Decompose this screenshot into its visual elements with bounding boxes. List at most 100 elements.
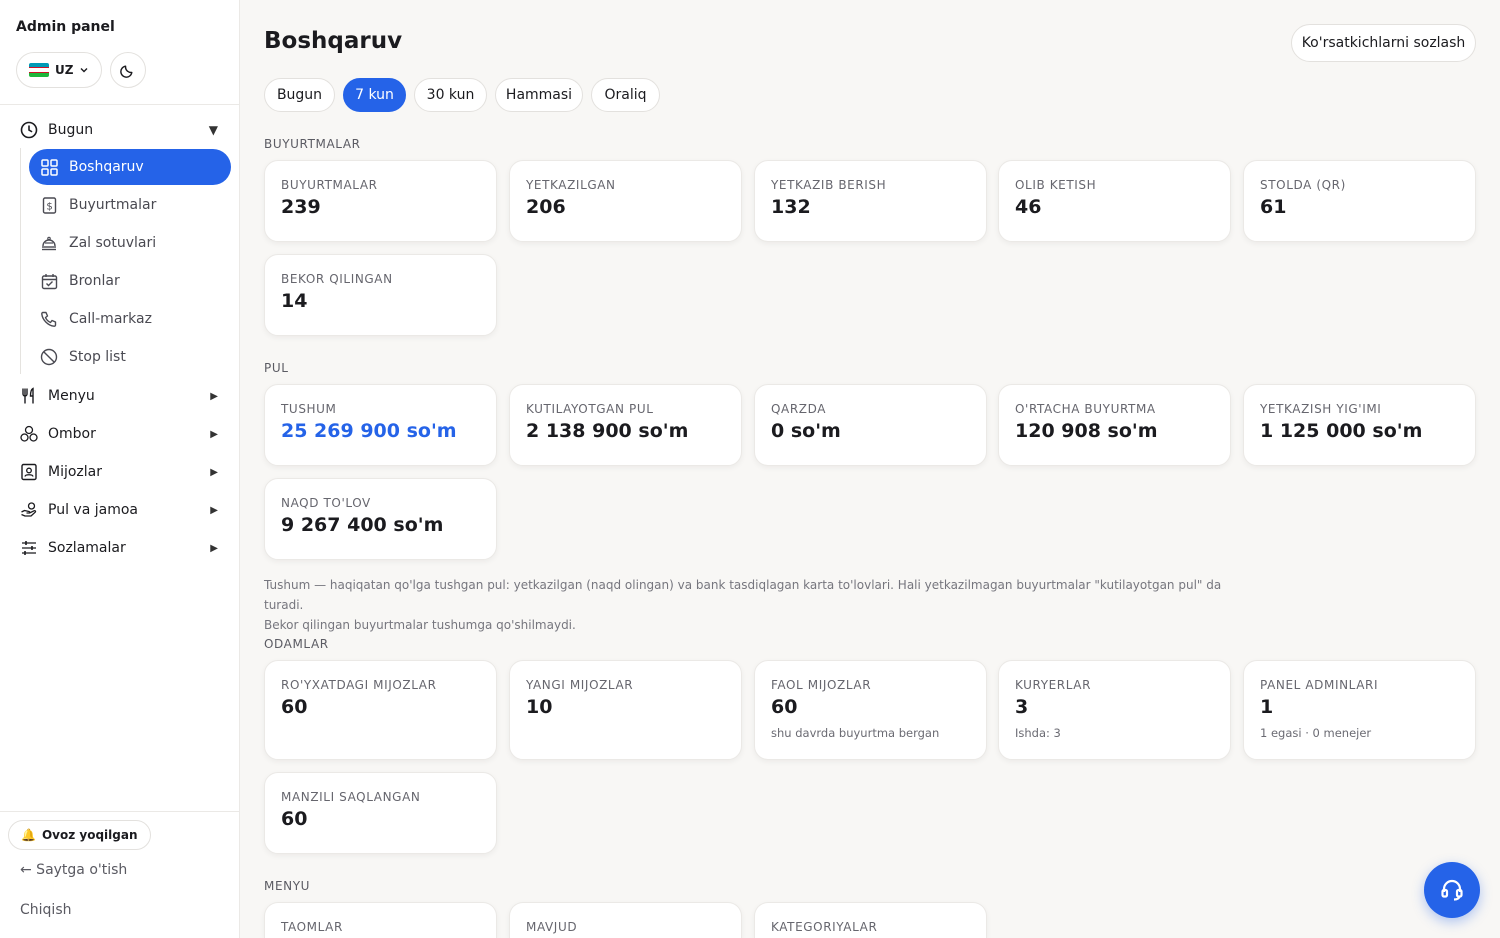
metric-label: BUYURTMALAR bbox=[281, 178, 378, 192]
caret-right-icon: ▶ bbox=[210, 428, 218, 440]
sidebar-group-menu[interactable]: Menyu ▶ bbox=[20, 384, 230, 408]
sidebar-item-hall-sales[interactable]: Zal sotuvlari bbox=[29, 225, 231, 261]
sidebar-item-dashboard[interactable]: Boshqaruv bbox=[29, 149, 231, 185]
logout-link[interactable]: Chiqish bbox=[20, 902, 71, 918]
contact-card-icon bbox=[20, 463, 38, 481]
caret-right-icon: ▶ bbox=[210, 390, 218, 402]
sidebar-group-label: Sozlamalar bbox=[48, 540, 126, 556]
metric-card: RO'YXATDAGI MIJOZLAR 60 bbox=[264, 660, 497, 760]
sidebar-group-label: Menyu bbox=[48, 388, 95, 404]
metric-label: YETKAZIB BERISH bbox=[771, 178, 887, 192]
metric-value: 239 bbox=[281, 196, 321, 218]
go-to-site-link[interactable]: ← Saytga o'tish bbox=[20, 862, 127, 878]
metric-value: 1 125 000 so'm bbox=[1260, 420, 1423, 442]
metric-card: OLIB KETISH 46 bbox=[998, 160, 1231, 242]
section-label-people: ODAMLAR bbox=[264, 637, 329, 651]
metric-label: OLIB KETISH bbox=[1015, 178, 1097, 192]
language-selector[interactable]: UZ bbox=[16, 52, 102, 88]
language-code: UZ bbox=[55, 63, 74, 77]
metric-card: TAOMLAR bbox=[264, 902, 497, 938]
metric-value: 206 bbox=[526, 196, 566, 218]
caret-right-icon: ▶ bbox=[210, 542, 218, 554]
sound-toggle-button[interactable]: 🔔 Ovoz yoqilgan bbox=[8, 820, 151, 850]
moon-icon bbox=[120, 65, 133, 78]
metric-label: QARZDA bbox=[771, 402, 827, 416]
sidebar-item-bookings[interactable]: Bronlar bbox=[29, 263, 231, 299]
support-chat-button[interactable] bbox=[1424, 862, 1480, 918]
sidebar-group-label: Ombor bbox=[48, 426, 96, 442]
chevron-down-icon bbox=[80, 68, 88, 73]
metric-card: YETKAZILGAN 206 bbox=[509, 160, 742, 242]
sidebar-item-label: Boshqaruv bbox=[69, 159, 144, 175]
metric-value: 14 bbox=[281, 290, 308, 312]
sidebar-group-customers[interactable]: Mijozlar ▶ bbox=[20, 460, 230, 484]
headset-icon bbox=[1441, 879, 1463, 901]
sidebar-group-warehouse[interactable]: Ombor ▶ bbox=[20, 422, 230, 446]
metric-value: 46 bbox=[1015, 196, 1042, 218]
sidebar-item-label: Bronlar bbox=[69, 273, 120, 289]
metrics-settings-button[interactable]: Ko'rsatkichlarni sozlash bbox=[1291, 24, 1476, 62]
sidebar: Admin panel UZ Bugun ▼ Boshqaruv $ Buyur… bbox=[0, 0, 240, 938]
bell-icon: 🔔 bbox=[21, 828, 36, 842]
metric-label: NAQD TO'LOV bbox=[281, 496, 371, 510]
metric-label: MANZILI SAQLANGAN bbox=[281, 790, 421, 804]
sidebar-group-settings[interactable]: Sozlamalar ▶ bbox=[20, 536, 230, 560]
metric-subtext: shu davrda buyurtma bergan bbox=[771, 726, 940, 740]
metric-label: YANGI MIJOZLAR bbox=[526, 678, 634, 692]
metric-label: TAOMLAR bbox=[281, 920, 343, 934]
metric-value: 60 bbox=[281, 808, 308, 830]
metric-label: O'RTACHA BUYURTMA bbox=[1015, 402, 1156, 416]
phone-icon bbox=[40, 310, 58, 328]
metric-label: KATEGORIYALAR bbox=[771, 920, 878, 934]
metric-card: TUSHUM 25 269 900 so'm bbox=[264, 384, 497, 466]
sidebar-group-label: Mijozlar bbox=[48, 464, 102, 480]
sidebar-item-label: Zal sotuvlari bbox=[69, 235, 157, 251]
sidebar-group-today[interactable]: Bugun ▼ bbox=[20, 118, 230, 142]
calendar-check-icon bbox=[40, 272, 58, 290]
sidebar-item-orders[interactable]: $ Buyurtmalar bbox=[29, 187, 231, 223]
metric-card: O'RTACHA BUYURTMA 120 908 so'm bbox=[998, 384, 1231, 466]
sidebar-item-label: Stop list bbox=[69, 349, 126, 365]
period-chip-all[interactable]: Hammasi bbox=[495, 78, 583, 112]
metric-label: BEKOR QILINGAN bbox=[281, 272, 393, 286]
metric-card: YANGI MIJOZLAR 10 bbox=[509, 660, 742, 760]
sliders-icon bbox=[20, 539, 38, 557]
caret-down-icon: ▼ bbox=[208, 123, 218, 137]
caret-right-icon: ▶ bbox=[210, 504, 218, 516]
sound-label: Ovoz yoqilgan bbox=[41, 828, 138, 842]
sidebar-item-callcenter[interactable]: Call-markaz bbox=[29, 301, 231, 337]
sidebar-divider bbox=[0, 104, 239, 105]
metric-value: 60 bbox=[281, 696, 308, 718]
sidebar-group-label: Bugun bbox=[48, 122, 94, 138]
period-chip-7days[interactable]: 7 kun bbox=[343, 78, 406, 112]
metric-value: 25 269 900 so'm bbox=[281, 420, 457, 442]
revenue-note-line: Bekor qilingan buyurtmalar tushumga qo's… bbox=[264, 618, 576, 632]
period-chip-range[interactable]: Oraliq bbox=[591, 78, 660, 112]
metric-label: PANEL ADMINLARI bbox=[1260, 678, 1379, 692]
metric-label: YETKAZISH YIG'IMI bbox=[1260, 402, 1382, 416]
dashboard-grid-icon bbox=[40, 158, 58, 176]
revenue-note-line: Tushum — haqiqatan qo'lga tushgan pul: y… bbox=[264, 578, 1222, 612]
metric-value: 2 138 900 so'm bbox=[526, 420, 689, 442]
metric-card: PANEL ADMINLARI 1 1 egasi · 0 menejer bbox=[1243, 660, 1476, 760]
metric-value: 0 so'm bbox=[771, 420, 841, 442]
metric-card: QARZDA 0 so'm bbox=[754, 384, 987, 466]
receipt-dollar-icon: $ bbox=[40, 196, 58, 214]
metric-value: 60 bbox=[771, 696, 798, 718]
metric-card: KUTILAYOTGAN PUL 2 138 900 so'm bbox=[509, 384, 742, 466]
sidebar-item-stoplist[interactable]: Stop list bbox=[29, 339, 231, 375]
metric-card: BUYURTMALAR 239 bbox=[264, 160, 497, 242]
sidebar-item-label: Call-markaz bbox=[69, 311, 152, 327]
metric-card: BEKOR QILINGAN 14 bbox=[264, 254, 497, 336]
theme-toggle-button[interactable] bbox=[110, 52, 146, 88]
metric-card: KATEGORIYALAR bbox=[754, 902, 987, 938]
period-chip-today[interactable]: Bugun bbox=[264, 78, 335, 112]
metric-label: RO'YXATDAGI MIJOZLAR bbox=[281, 678, 437, 692]
sidebar-item-label: Buyurtmalar bbox=[69, 197, 157, 213]
metric-subtext: 1 egasi · 0 menejer bbox=[1260, 726, 1372, 740]
period-chip-30days[interactable]: 30 kun bbox=[414, 78, 487, 112]
metric-label: TUSHUM bbox=[281, 402, 337, 416]
sidebar-group-money[interactable]: Pul va jamoa ▶ bbox=[20, 498, 230, 522]
sidebar-divider bbox=[0, 811, 239, 812]
section-label-menu: MENYU bbox=[264, 879, 311, 893]
